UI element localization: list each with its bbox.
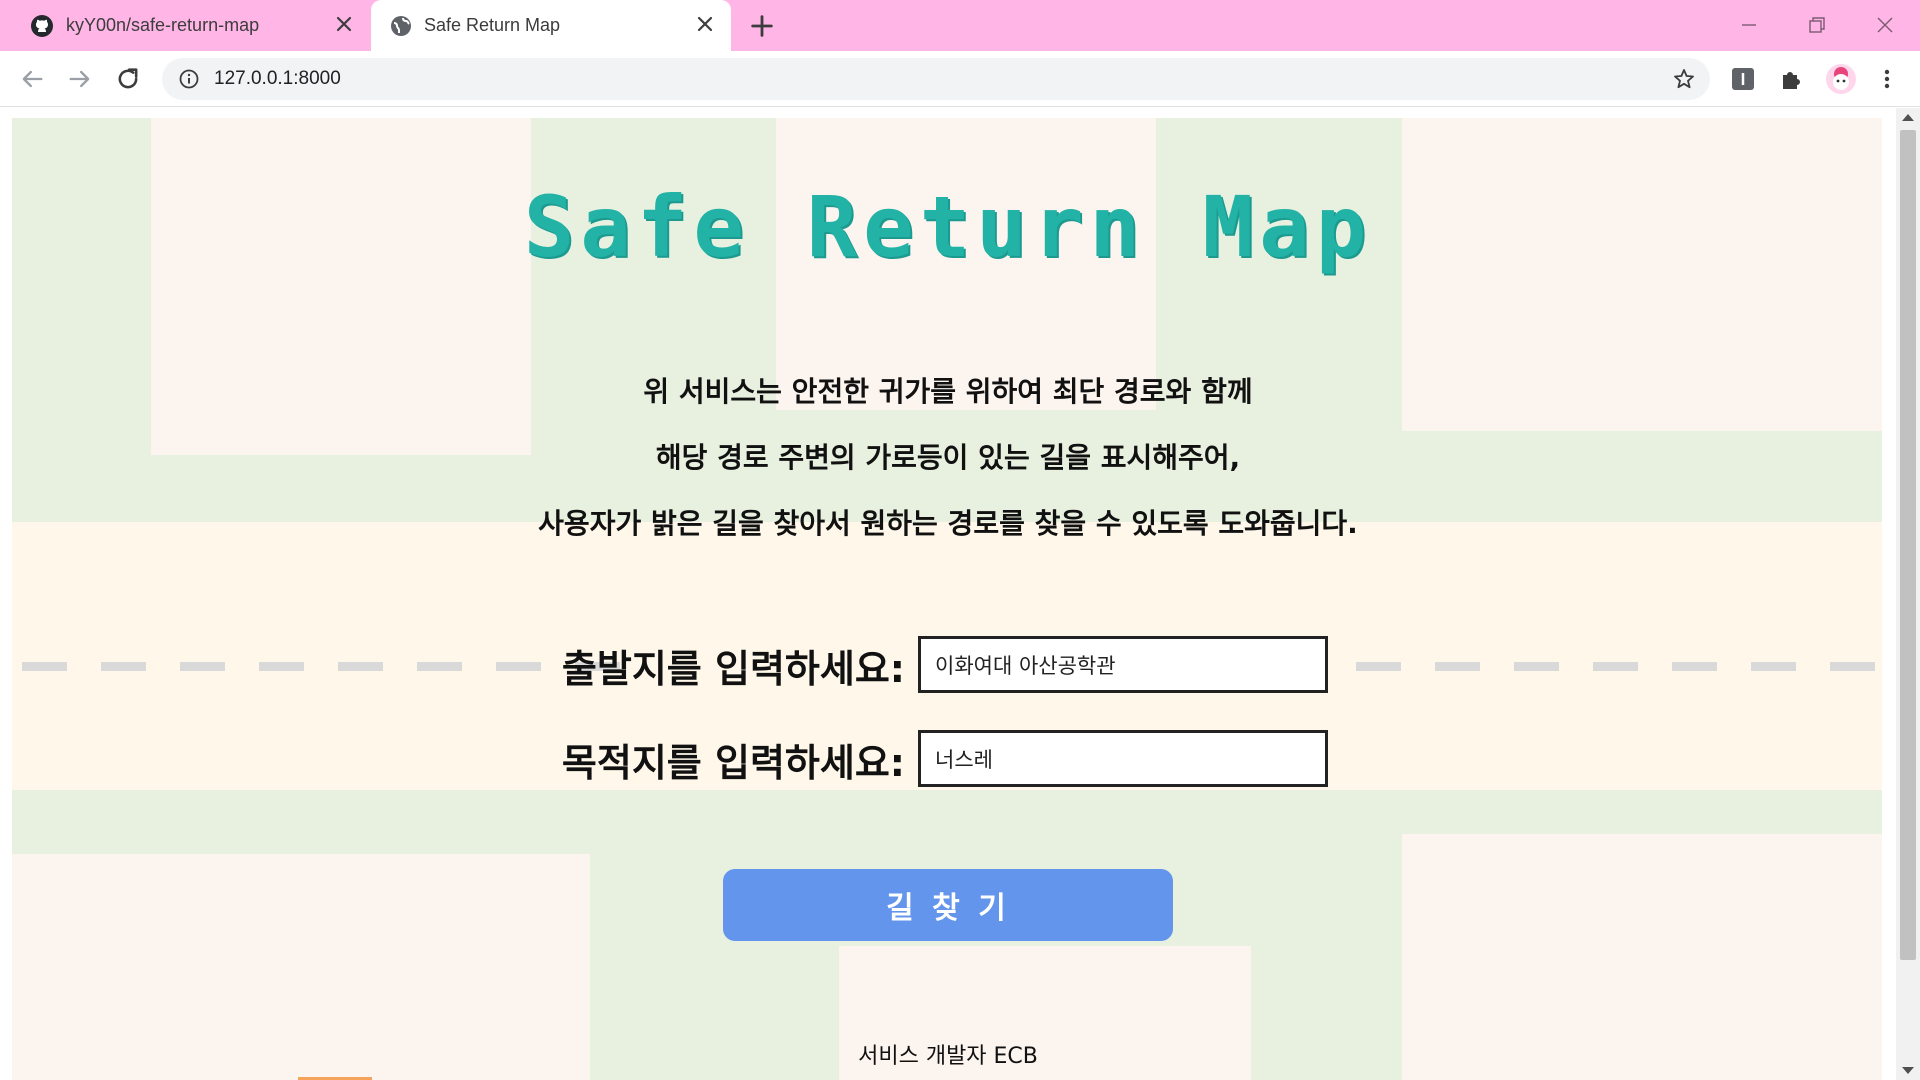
tab-title: kyY00n/safe-return-map <box>66 15 260 35</box>
description-line-3: 사용자가 밝은 길을 찾아서 원하는 경로를 찾을 수 있도록 도와줍니다. <box>538 507 1358 540</box>
road-dash <box>1593 662 1638 671</box>
footer-credit: 서비스 개발자 ECB <box>858 1044 1038 1069</box>
origin-label: 출발지를 입력하세요: <box>561 647 905 691</box>
extension-i-icon[interactable] <box>1729 65 1757 93</box>
road-dash <box>1672 662 1717 671</box>
destination-input[interactable] <box>918 730 1328 787</box>
page-title: Safe Return Map <box>523 178 1373 276</box>
address-bar[interactable]: 127.0.0.1:8000 <box>162 58 1710 100</box>
github-icon <box>31 15 53 37</box>
road-dash <box>22 662 67 671</box>
scrollbar-thumb[interactable] <box>1900 130 1916 960</box>
tab-title: Safe Return Map <box>424 15 561 35</box>
destination-label: 목적지를 입력하세요: <box>561 741 905 785</box>
forward-icon[interactable] <box>66 65 94 93</box>
profile-avatar-icon[interactable] <box>1825 63 1857 95</box>
road-dash <box>1830 662 1875 671</box>
browser-tab-bar: kyY00n/safe-return-map Safe Return Map <box>0 0 1920 51</box>
restore-icon[interactable] <box>1802 10 1832 40</box>
url-text: 127.0.0.1:8000 <box>214 68 341 89</box>
new-tab-icon[interactable] <box>748 12 776 40</box>
tab-github[interactable]: kyY00n/safe-return-map <box>0 0 370 51</box>
road-dash <box>259 662 304 671</box>
origin-input[interactable] <box>918 636 1328 693</box>
info-icon[interactable] <box>178 68 200 90</box>
road-dash <box>1751 662 1796 671</box>
road-dash <box>1356 662 1401 671</box>
reload-icon[interactable] <box>114 65 142 93</box>
road-dash <box>101 662 146 671</box>
scroll-up-arrow-icon[interactable] <box>1902 114 1914 121</box>
road-dash <box>417 662 462 671</box>
vertical-scrollbar[interactable] <box>1896 108 1920 1080</box>
minimize-icon[interactable] <box>1734 10 1764 40</box>
description-line-2: 해당 경로 주변의 가로등이 있는 길을 표시해주어, <box>655 441 1241 474</box>
browser-toolbar: 127.0.0.1:8000 <box>0 51 1920 107</box>
tab-safe-return-map[interactable]: Safe Return Map <box>371 0 731 51</box>
road-dash <box>1435 662 1480 671</box>
extensions-puzzle-icon[interactable] <box>1777 65 1805 93</box>
road-dash <box>338 662 383 671</box>
road-dash <box>180 662 225 671</box>
find-route-button[interactable]: 길 찾 기 <box>723 869 1173 941</box>
back-icon[interactable] <box>18 65 46 93</box>
menu-kebab-icon[interactable] <box>1873 65 1901 93</box>
globe-icon <box>391 16 411 36</box>
scroll-down-arrow-icon[interactable] <box>1902 1067 1914 1074</box>
description-line-1: 위 서비스는 안전한 귀가를 위하여 최단 경로와 함께 <box>643 375 1253 408</box>
page-viewport: Safe Return Map 위 서비스는 안전한 귀가를 위하여 최단 경로… <box>0 108 1920 1080</box>
close-tab-icon[interactable] <box>693 12 717 36</box>
close-window-icon[interactable] <box>1870 10 1900 40</box>
bookmark-star-icon[interactable] <box>1672 67 1696 91</box>
close-tab-icon[interactable] <box>332 12 356 36</box>
road-dash <box>1514 662 1559 671</box>
